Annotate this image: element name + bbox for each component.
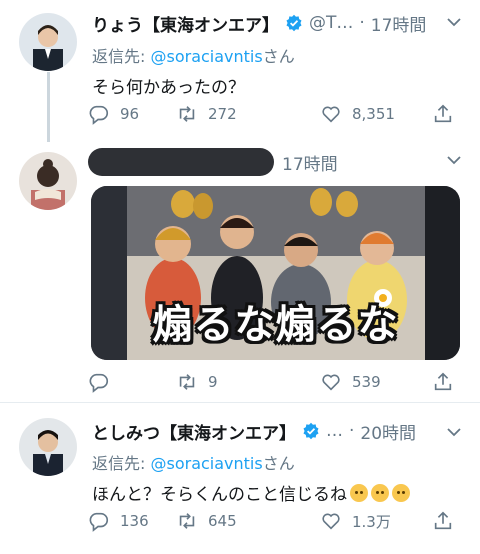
replying-mention[interactable]: @soraciavntis [150,454,262,473]
retweet-count: 9 [208,373,218,391]
tweet-text-row: ほんと？そらくんのこと信じるね [92,480,410,505]
thread-connector-line [47,72,50,142]
replying-label: 返信先: [92,47,151,66]
tweet-3-header: としみつ【東海オンエア】 … · 20時間 [92,417,416,445]
retweet-button[interactable]: 645 [176,507,237,535]
replying-suffix: さん [262,454,295,473]
share-button[interactable] [432,100,454,128]
share-icon [434,372,452,391]
tweet-1-header: りょう【東海オンエア】 @T… · 17時間 [92,9,426,37]
retweet-icon [179,513,195,529]
retweet-count: 645 [208,512,237,530]
share-icon [434,104,452,123]
handle[interactable]: … [326,421,343,441]
like-button[interactable]: 8,351 [320,100,395,128]
tweet-text: そら何かあったの？ [92,78,245,98]
reply-button[interactable] [88,368,120,396]
avatar-user[interactable] [19,152,77,210]
avatar-toshimitsu[interactable] [19,418,77,476]
replying-mention[interactable]: @soraciavntis [150,47,262,66]
replying-suffix: さん [262,47,295,66]
separator-dot: · [349,421,355,441]
tweet-divider [0,402,480,403]
like-count: 1.3万 [352,512,391,531]
like-icon [322,513,340,530]
retweet-button[interactable]: 272 [176,100,237,128]
verified-badge-icon [303,422,319,440]
retweet-icon [179,374,195,390]
tweet-3-actions: 136 645 1.3万 [88,507,460,535]
redacted-name-bar [88,148,274,176]
like-count: 539 [352,373,381,391]
display-name[interactable]: りょう【東海オンエア】 [92,11,279,36]
retweet-count: 272 [208,105,237,123]
reply-icon [89,105,109,125]
retweet-button[interactable]: 9 [176,368,218,396]
tweet-1-actions: 96 272 8,351 [88,100,460,128]
tweet-2-actions: 9 539 [88,368,460,396]
reply-icon [89,373,109,393]
relieved-face-emoji-icon [392,484,410,502]
timestamp[interactable]: 20時間 [360,419,416,444]
like-button[interactable]: 539 [320,368,381,396]
reply-button[interactable]: 136 [88,507,149,535]
like-button[interactable]: 1.3万 [320,507,391,535]
relieved-face-emoji-icon [350,484,368,502]
display-name[interactable]: としみつ【東海オンエア】 [92,419,296,444]
separator-dot: · [359,13,365,33]
replying-to: 返信先: @soraciavntisさん [92,450,295,474]
reply-icon [89,512,109,532]
media-image[interactable]: 煽るな煽るな [91,186,460,360]
replying-label: 返信先: [92,454,151,473]
reply-button[interactable]: 96 [88,100,139,128]
verified-badge-icon [286,14,302,32]
avatar-ryo[interactable] [19,13,77,71]
reply-count: 136 [120,512,149,530]
replying-to: 返信先: @soraciavntisさん [92,43,295,67]
timestamp[interactable]: 17時間 [282,150,338,175]
like-icon [322,106,340,123]
timestamp[interactable]: 17時間 [371,11,427,36]
chevron-down-icon[interactable] [446,424,462,440]
handle[interactable]: @T… [309,13,353,33]
share-icon [434,511,452,530]
share-button[interactable] [432,368,454,396]
media-caption: 煽るな煽るな [152,302,399,348]
like-icon [322,374,340,391]
chevron-down-icon[interactable] [446,152,462,168]
neutral-face-emoji-icon [371,484,389,502]
reply-count: 96 [120,105,140,123]
like-count: 8,351 [352,105,395,123]
share-button[interactable] [432,507,454,535]
tweet-text: ほんと？そらくんのこと信じるね [92,485,347,505]
chevron-down-icon[interactable] [446,14,462,30]
retweet-icon [179,106,195,122]
